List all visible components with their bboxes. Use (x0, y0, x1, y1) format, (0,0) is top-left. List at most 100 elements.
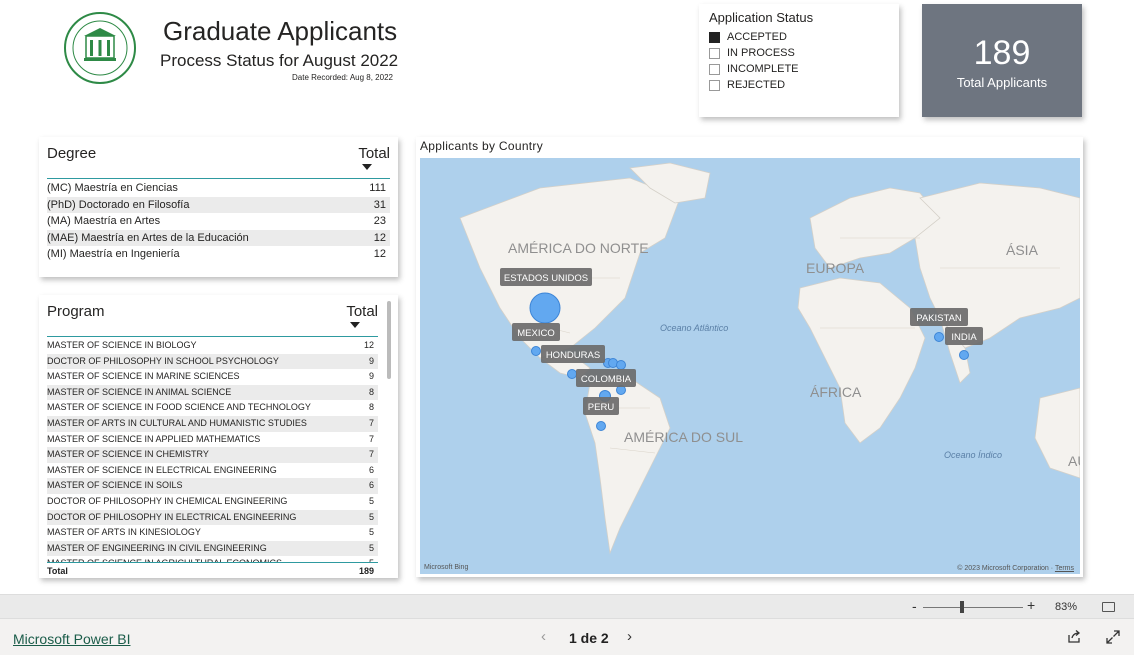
table-row[interactable]: DOCTOR OF PHILOSOPHY IN CHEMICAL ENGINEE… (47, 494, 378, 510)
row-label: MASTER OF SCIENCE IN ANIMAL SCIENCE (47, 386, 232, 397)
status-option-rejected[interactable]: REJECTED (709, 77, 889, 93)
row-label: (PhD) Doctorado en Filosofía (47, 198, 190, 211)
total-applicants-card[interactable]: 189 Total Applicants (922, 4, 1082, 117)
date-recorded: Date Recorded: Aug 8, 2022 (292, 73, 393, 82)
table-row[interactable]: (MI) Maestría en Ingeniería 12 (47, 246, 390, 263)
row-total: 9 (368, 371, 374, 382)
row-label: MASTER OF SCIENCE IN CHEMISTRY (47, 449, 209, 460)
table-total-row: Total 189 (47, 562, 378, 578)
powerbi-link[interactable]: Microsoft Power BI (13, 631, 130, 647)
table-row[interactable]: MASTER OF SCIENCE IN APPLIED MATHEMATICS… (47, 432, 378, 448)
table-row[interactable]: MASTER OF ARTS IN CULTURAL AND HUMANISTI… (47, 415, 378, 432)
row-label: MASTER OF SCIENCE IN SOILS (47, 480, 183, 491)
row-total: 7 (368, 417, 374, 428)
table-row[interactable]: MASTER OF SCIENCE IN SOILS 6 (47, 478, 378, 494)
report-canvas: Graduate Applicants Process Status for A… (0, 0, 1134, 594)
sort-descending-icon[interactable] (350, 322, 361, 328)
bubble-peru[interactable] (596, 421, 606, 431)
status-option-label: REJECTED (727, 79, 786, 91)
fullscreen-icon[interactable] (1106, 630, 1120, 644)
table-scrollbar[interactable] (387, 301, 391, 379)
row-label: DOCTOR OF PHILOSOPHY IN CHEMICAL ENGINEE… (47, 495, 288, 506)
bubble-guatemala[interactable] (567, 369, 577, 379)
terms-link[interactable]: Terms (1055, 565, 1074, 572)
table-row[interactable]: MASTER OF SCIENCE IN ELECTRICAL ENGINEER… (47, 463, 378, 479)
status-option-incomplete[interactable]: INCOMPLETE (709, 61, 889, 77)
previous-page-button[interactable]: ‹ (541, 628, 546, 645)
zoom-slider-thumb[interactable] (960, 601, 964, 613)
page-indicator: 1 de 2 (569, 630, 609, 646)
table-row[interactable]: (MA) Maestría en Artes 23 (47, 213, 390, 230)
bubble-pakistan[interactable] (934, 332, 944, 342)
table-row[interactable]: MASTER OF SCIENCE IN FOOD SCIENCE AND TE… (47, 400, 378, 416)
status-option-label: IN PROCESS (727, 47, 795, 59)
row-total: 5 (369, 556, 374, 562)
table-row[interactable]: MASTER OF SCIENCE IN ANIMAL SCIENCE 8 (47, 384, 378, 401)
kpi-value: 189 (973, 34, 1031, 72)
world-map[interactable]: AMÉRICA DO NORTE EUROPA ÁSIA ÁFRICA AMÉR… (420, 158, 1080, 574)
row-total: 6 (368, 464, 374, 475)
ocean-label: Oceano Índico (944, 450, 1002, 460)
zoom-slider-track[interactable] (923, 607, 1023, 608)
application-status-slicer: Application Status ACCEPTED IN PROCESS I… (699, 4, 899, 117)
row-label: MASTER OF SCIENCE IN FOOD SCIENCE AND TE… (47, 402, 311, 413)
row-label: MASTER OF SCIENCE IN ELECTRICAL ENGINEER… (47, 464, 277, 475)
share-icon[interactable] (1067, 630, 1081, 644)
bubble-estados-unidos[interactable] (529, 292, 561, 324)
applicants-map-visual[interactable]: Applicants by Country AMÉRICA DO NORTE E… (416, 137, 1083, 577)
table-row[interactable]: (MC) Maestría en Ciencias 111 (47, 180, 390, 197)
kpi-label: Total Applicants (956, 75, 1048, 90)
region-label: AMÉRICA DO NORTE (508, 240, 649, 256)
checkbox-icon[interactable] (709, 31, 720, 43)
table-row[interactable]: MASTER OF SCIENCE IN MARINE SCIENCES 9 (47, 369, 378, 385)
copyright-text: © 2023 Microsoft Corporation (957, 565, 1049, 572)
table-row[interactable]: MASTER OF ENGINEERING IN CIVIL ENGINEERI… (47, 540, 378, 557)
table-row[interactable]: MASTER OF SCIENCE IN BIOLOGY 12 (47, 338, 378, 354)
row-total: 23 (373, 215, 386, 227)
status-option-accepted[interactable]: ACCEPTED (709, 29, 889, 45)
checkbox-icon[interactable] (709, 47, 720, 59)
table-row[interactable]: DOCTOR OF PHILOSOPHY IN SCHOOL PSYCHOLOG… (47, 353, 378, 370)
column-header-total[interactable]: Total (346, 301, 378, 328)
fit-to-page-icon[interactable] (1102, 602, 1115, 612)
row-total: 8 (368, 402, 374, 413)
table-row[interactable]: (MAE) Maestría en Artes de la Educación 1… (47, 229, 390, 246)
column-header-program[interactable]: Program (47, 301, 105, 320)
page-subtitle: Process Status for August 2022 (160, 51, 399, 70)
column-header-degree[interactable]: Degree (47, 143, 96, 162)
table-row[interactable]: MASTER OF ARTS IN KINESIOLOGY 5 (47, 525, 378, 541)
table-row[interactable]: (PhD) Doctorado en Filosofía 31 (47, 196, 390, 213)
map-canvas[interactable]: AMÉRICA DO NORTE EUROPA ÁSIA ÁFRICA AMÉR… (420, 158, 1080, 574)
bubble-mexico[interactable] (531, 346, 541, 356)
column-header-total-label: Total (358, 145, 390, 162)
row-label: (MA) Maestría en Artes (47, 215, 161, 227)
checkbox-icon[interactable] (709, 79, 720, 91)
table-row[interactable]: MASTER OF SCIENCE IN CHEMISTRY 7 (47, 447, 378, 463)
degree-table[interactable]: Degree Total (MC) Maestría en Ciencias 11… (39, 137, 398, 277)
row-total: 111 (369, 182, 386, 194)
program-table[interactable]: Program Total MASTER OF SCIENCE IN BIOLO… (39, 295, 398, 578)
zoom-out-button[interactable]: - (912, 598, 917, 614)
row-label: (MAE) Maestría en Artes de la Educación (47, 231, 249, 244)
next-page-button[interactable]: › (627, 628, 632, 645)
row-total: 31 (373, 198, 386, 211)
table-row[interactable]: DOCTOR OF PHILOSOPHY IN ELECTRICAL ENGIN… (47, 509, 378, 526)
zoom-in-button[interactable]: + (1027, 597, 1035, 613)
bubble-india[interactable] (959, 350, 969, 360)
checkbox-icon[interactable] (709, 63, 720, 75)
map-title: Applicants by Country (420, 139, 544, 153)
sort-descending-icon[interactable] (362, 164, 373, 170)
country-tag-colombia: COLOMBIA (581, 374, 632, 385)
country-tag-peru: PERU (588, 402, 615, 413)
bubble-caribbean-3[interactable] (616, 360, 626, 370)
status-option-in-process[interactable]: IN PROCESS (709, 45, 889, 61)
row-label: MASTER OF ENGINEERING IN CIVIL ENGINEERI… (47, 542, 267, 553)
row-label: DOCTOR OF PHILOSOPHY IN ELECTRICAL ENGIN… (47, 511, 297, 522)
row-label: (MC) Maestría en Ciencias (47, 182, 178, 194)
university-seal-icon (64, 12, 136, 84)
column-header-total[interactable]: Total (358, 143, 390, 170)
row-total: 9 (368, 355, 374, 366)
region-label: ÁSIA (1006, 242, 1039, 258)
table-header: Degree Total (47, 143, 390, 179)
row-total: 5 (368, 542, 374, 553)
